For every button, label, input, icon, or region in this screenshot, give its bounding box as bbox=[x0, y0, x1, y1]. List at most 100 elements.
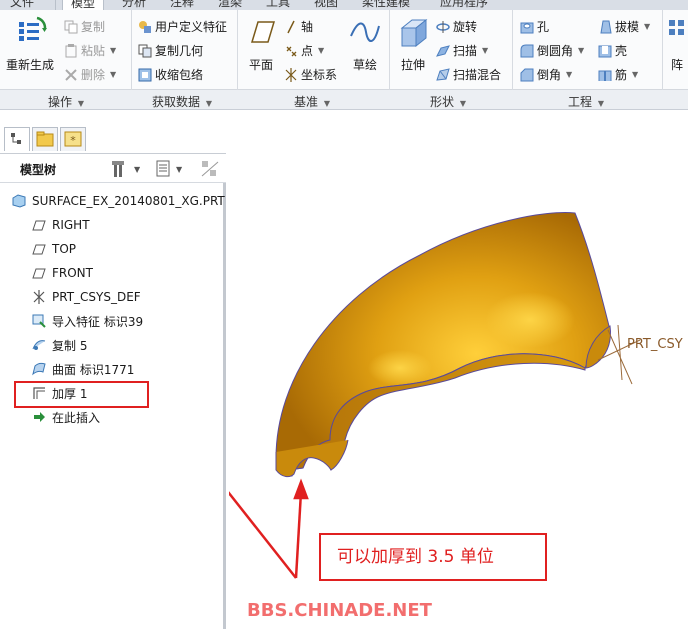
swept-blend-button[interactable]: 扫描混合 bbox=[436, 66, 501, 83]
udf-button[interactable]: 用户定义特征 bbox=[138, 18, 227, 35]
import-feature-icon bbox=[32, 314, 46, 328]
group-shapes[interactable]: 形状 ▼ bbox=[430, 93, 466, 110]
tree-node-insert-here[interactable]: 在此插入 bbox=[32, 408, 100, 426]
tab-model-tree-navigator[interactable] bbox=[4, 127, 30, 151]
folder-icon bbox=[36, 131, 54, 147]
draft-button[interactable]: 拔模 ▼ bbox=[598, 18, 650, 35]
round-button[interactable]: 倒圆角 ▼ bbox=[520, 42, 584, 59]
copy-icon bbox=[64, 20, 78, 34]
shrinkwrap-button[interactable]: 收缩包络 bbox=[138, 66, 203, 83]
tab-analysis[interactable]: 分析 bbox=[122, 0, 146, 10]
delete-dropdown-icon[interactable]: ▼ bbox=[110, 70, 116, 79]
tree-node-root-part[interactable]: SURFACE_EX_20140801_XG.PRT bbox=[12, 192, 225, 210]
tree-node-import-feature[interactable]: 导入特征 标识39 bbox=[32, 312, 143, 330]
tab-file[interactable]: 文件 bbox=[10, 0, 34, 10]
tab-tools[interactable]: 工具 bbox=[266, 0, 290, 10]
tab-view[interactable]: 视图 bbox=[314, 0, 338, 10]
show-options-button[interactable]: ▼ bbox=[154, 158, 184, 183]
settings-tools-button[interactable]: ▼ bbox=[110, 158, 141, 183]
sketch-icon bbox=[350, 22, 380, 42]
regenerate-button[interactable]: 重新生成 bbox=[6, 16, 54, 73]
tree-node-top[interactable]: TOP bbox=[32, 240, 76, 258]
tree-node-label: 在此插入 bbox=[52, 410, 101, 425]
filter-icon bbox=[201, 161, 219, 177]
tree-node-label: 导入特征 标识39 bbox=[52, 314, 144, 329]
tree-node-csys[interactable]: PRT_CSYS_DEF bbox=[32, 288, 141, 306]
round-dropdown-icon[interactable]: ▼ bbox=[578, 46, 584, 55]
sweep-button[interactable]: 扫描 ▼ bbox=[436, 42, 488, 59]
round-label: 倒圆角 bbox=[537, 44, 574, 58]
chamfer-button[interactable]: 倒角 ▼ bbox=[520, 66, 572, 83]
shell-icon bbox=[598, 44, 612, 58]
axis-button[interactable]: 轴 bbox=[284, 18, 313, 35]
rib-button[interactable]: 筋 ▼ bbox=[598, 66, 638, 83]
group-operations[interactable]: 操作 ▼ bbox=[48, 93, 84, 110]
paste-dropdown-icon[interactable]: ▼ bbox=[110, 46, 116, 55]
regenerate-icon bbox=[19, 16, 47, 41]
tree-node-copy[interactable]: 复制 5 bbox=[32, 336, 87, 354]
chamfer-dropdown-icon[interactable]: ▼ bbox=[566, 70, 572, 79]
extrude-icon bbox=[400, 18, 428, 48]
tab-folder-browser[interactable] bbox=[32, 127, 58, 151]
group-operations-label: 操作 bbox=[48, 95, 73, 109]
graphics-viewport[interactable]: PRT_CSY 可以加厚到 3.5 单位 BBS.CHINADE.NET bbox=[155, 111, 688, 629]
delete-button[interactable]: 删除 ▼ bbox=[64, 66, 116, 83]
navigator-tabs: * bbox=[0, 125, 226, 153]
tab-favorites[interactable]: * bbox=[60, 127, 86, 151]
chamfer-label: 倒角 bbox=[537, 68, 562, 82]
paste-button[interactable]: 粘贴 ▼ bbox=[64, 42, 116, 59]
model-view-svg: PRT_CSY 可以加厚到 3.5 单位 BBS.CHINADE.NET bbox=[155, 212, 683, 621]
tree-node-label: 复制 5 bbox=[52, 338, 88, 353]
revolve-button[interactable]: 旋转 bbox=[436, 18, 477, 35]
tab-render[interactable]: 渲染 bbox=[218, 0, 242, 10]
hole-button[interactable]: 孔 bbox=[520, 18, 549, 35]
filter-button[interactable] bbox=[198, 158, 222, 183]
draft-dropdown-icon[interactable]: ▼ bbox=[644, 22, 650, 31]
thickened-surface-model[interactable] bbox=[275, 212, 611, 478]
tab-model[interactable]: 模型 bbox=[62, 0, 105, 10]
datum-plane-icon bbox=[32, 268, 46, 279]
group-datum[interactable]: 基准 ▼ bbox=[294, 93, 330, 110]
hole-icon bbox=[520, 20, 534, 34]
extrude-button[interactable]: 拉伸 bbox=[396, 16, 430, 73]
copy-geometry-label: 复制几何 bbox=[155, 44, 204, 58]
pattern-button[interactable]: 阵 bbox=[666, 16, 688, 73]
rib-label: 筋 bbox=[615, 68, 628, 82]
point-button[interactable]: 点 ▼ bbox=[284, 42, 324, 59]
ribbon-tab-strip: 文件 模型 分析 注释 渲染 工具 视图 柔性建模 应用程序 bbox=[0, 0, 688, 10]
datum-plane-label: 平面 bbox=[248, 58, 273, 72]
rib-dropdown-icon[interactable]: ▼ bbox=[632, 70, 638, 79]
csys-button[interactable]: 坐标系 bbox=[284, 66, 337, 83]
point-icon bbox=[284, 44, 298, 58]
copy-button[interactable]: 复制 bbox=[64, 18, 105, 35]
sketch-label: 草绘 bbox=[352, 58, 377, 72]
point-label: 点 bbox=[301, 44, 314, 58]
tree-node-right[interactable]: RIGHT bbox=[32, 216, 90, 234]
surface-icon bbox=[32, 362, 46, 376]
highlight-box-thicken bbox=[14, 381, 149, 408]
tab-applications[interactable]: 应用程序 bbox=[440, 0, 488, 10]
datum-plane-icon bbox=[32, 220, 46, 231]
sweep-label: 扫描 bbox=[453, 44, 478, 58]
datum-plane-icon bbox=[250, 21, 276, 43]
shrinkwrap-icon bbox=[138, 68, 152, 82]
tree-node-surface[interactable]: 曲面 标识1771 bbox=[32, 360, 134, 378]
shell-button[interactable]: 壳 bbox=[598, 42, 627, 59]
tab-annotate[interactable]: 注释 bbox=[170, 0, 194, 10]
copy-feature-icon bbox=[32, 340, 46, 350]
svg-text:▼: ▼ bbox=[134, 165, 140, 174]
group-engineering[interactable]: 工程 ▼ bbox=[568, 93, 604, 110]
list-options-icon: ▼ bbox=[156, 160, 183, 177]
tab-flexible-modeling[interactable]: 柔性建模 bbox=[362, 0, 410, 10]
sketch-button[interactable]: 草绘 bbox=[348, 16, 382, 73]
point-dropdown-icon[interactable]: ▼ bbox=[318, 46, 324, 55]
copy-geometry-button[interactable]: 复制几何 bbox=[138, 42, 203, 59]
ribbon: 重新生成 复制 粘贴 ▼ 删除 ▼ 用户定义特征 复制几何 收缩包络 平面 轴 点 ▼ bbox=[0, 10, 688, 110]
revolve-icon bbox=[436, 20, 450, 34]
group-get-data[interactable]: 获取数据 ▼ bbox=[152, 93, 212, 110]
sweep-dropdown-icon[interactable]: ▼ bbox=[482, 46, 488, 55]
extrude-label: 拉伸 bbox=[400, 58, 425, 72]
datum-plane-button[interactable]: 平面 bbox=[244, 16, 278, 73]
tree-node-front[interactable]: FRONT bbox=[32, 264, 93, 282]
group-shapes-label: 形状 bbox=[430, 95, 455, 109]
